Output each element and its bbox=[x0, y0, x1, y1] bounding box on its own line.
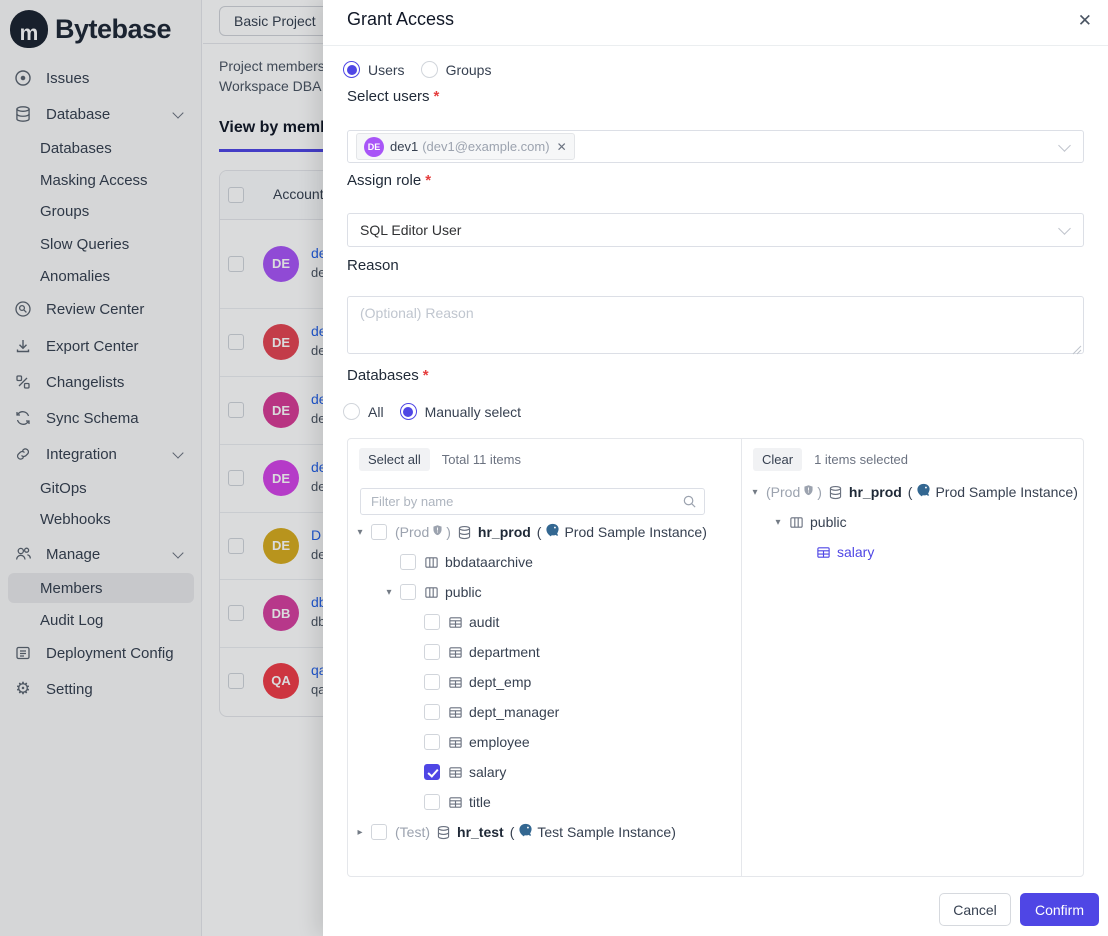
table-icon bbox=[448, 675, 463, 690]
chip-user-email: (dev1@example.com) bbox=[422, 139, 549, 154]
manually-select-label[interactable]: Manually select bbox=[425, 404, 522, 420]
groups-radio-label[interactable]: Groups bbox=[446, 62, 492, 78]
cancel-button[interactable]: Cancel bbox=[939, 893, 1011, 926]
tree-checkbox[interactable] bbox=[400, 584, 416, 600]
tree-checkbox[interactable] bbox=[424, 644, 440, 660]
table-icon bbox=[448, 705, 463, 720]
users-radio-label[interactable]: Users bbox=[368, 62, 405, 78]
prod-shield-icon bbox=[802, 484, 815, 500]
tree-checkbox[interactable] bbox=[371, 524, 387, 540]
filter-input[interactable] bbox=[360, 488, 705, 515]
search-icon bbox=[682, 494, 697, 509]
database-icon bbox=[828, 485, 843, 500]
postgres-icon bbox=[916, 483, 931, 501]
table-icon bbox=[816, 545, 831, 560]
assign-role-value: SQL Editor User bbox=[360, 222, 461, 238]
table-icon bbox=[448, 765, 463, 780]
postgres-icon bbox=[545, 523, 560, 541]
confirm-button[interactable]: Confirm bbox=[1020, 893, 1099, 926]
tree-node-bbdataarchive[interactable]: bbdataarchive bbox=[348, 547, 740, 577]
screen: m Bytebase Issues Database Databases Mas… bbox=[0, 0, 1108, 936]
groups-radio[interactable] bbox=[421, 61, 438, 78]
prod-shield-icon bbox=[431, 524, 444, 540]
tree-checkbox[interactable] bbox=[371, 824, 387, 840]
tree-node-hr-test[interactable]: ▸ (Test ) hr_test ( Test Sample Instance… bbox=[348, 817, 740, 847]
selected-tree: ▾ (Prod ) hr_prod ( Prod Sample Instance… bbox=[742, 477, 1084, 567]
table-icon bbox=[448, 645, 463, 660]
schema-icon bbox=[424, 555, 439, 570]
tree-checkbox[interactable] bbox=[424, 794, 440, 810]
caret-right-icon[interactable]: ▸ bbox=[353, 827, 367, 838]
tree-checkbox[interactable] bbox=[424, 674, 440, 690]
selected-node-hr-prod[interactable]: ▾ (Prod ) hr_prod ( Prod Sample Instance… bbox=[742, 477, 1084, 507]
table-icon bbox=[448, 735, 463, 750]
tree-node-dept-manager[interactable]: dept_manager bbox=[348, 697, 740, 727]
table-icon bbox=[448, 615, 463, 630]
schema-icon bbox=[424, 585, 439, 600]
schema-icon bbox=[789, 515, 804, 530]
tree-node-hr-prod[interactable]: ▾ (Prod ) hr_prod ( Prod Sample Instance… bbox=[348, 517, 740, 547]
avatar: DE bbox=[364, 137, 384, 157]
tree-checkbox[interactable] bbox=[424, 734, 440, 750]
tree-node-title[interactable]: title bbox=[348, 787, 740, 817]
database-tree: ▾ (Prod ) hr_prod ( Prod Sample Instance… bbox=[348, 517, 740, 847]
manually-select-radio[interactable] bbox=[400, 403, 417, 420]
selector-left-header: Select all Total 11 items bbox=[359, 448, 521, 471]
tree-node-salary[interactable]: salary bbox=[348, 757, 740, 787]
selected-items-count: 1 items selected bbox=[814, 452, 908, 467]
all-databases-label[interactable]: All bbox=[368, 404, 384, 420]
selected-node-public[interactable]: ▾ public bbox=[742, 507, 1084, 537]
tree-node-department[interactable]: department bbox=[348, 637, 740, 667]
caret-down-icon[interactable]: ▾ bbox=[353, 527, 367, 538]
table-icon bbox=[448, 795, 463, 810]
close-icon[interactable]: ✕ bbox=[1078, 8, 1092, 34]
databases-radio-group: All Manually select bbox=[343, 403, 521, 420]
database-selector-panel: Select all Total 11 items ▾ (Prod ) hr_p… bbox=[347, 438, 1084, 877]
tree-node-employee[interactable]: employee bbox=[348, 727, 740, 757]
database-icon bbox=[436, 825, 451, 840]
filter-field bbox=[360, 488, 705, 515]
total-items-count: Total 11 items bbox=[442, 452, 521, 467]
tree-checkbox[interactable] bbox=[400, 554, 416, 570]
tree-checkbox-checked[interactable] bbox=[424, 764, 440, 780]
modal-title: Grant Access bbox=[347, 9, 454, 30]
all-databases-radio[interactable] bbox=[343, 403, 360, 420]
chevron-down-icon bbox=[1058, 222, 1071, 235]
selector-right-header: Clear 1 items selected bbox=[753, 448, 908, 471]
tree-checkbox[interactable] bbox=[424, 704, 440, 720]
grant-access-modal: Grant Access ✕ Users Groups Select users… bbox=[323, 0, 1108, 936]
caret-down-icon[interactable]: ▾ bbox=[748, 487, 762, 498]
reason-label: Reason bbox=[347, 257, 399, 274]
postgres-icon bbox=[518, 823, 533, 841]
modal-header: Grant Access ✕ bbox=[323, 0, 1108, 46]
tree-node-audit[interactable]: audit bbox=[348, 607, 740, 637]
chip-user-name: dev1 bbox=[390, 139, 418, 154]
assign-role-select[interactable]: SQL Editor User bbox=[347, 213, 1084, 247]
required-asterisk: * bbox=[425, 172, 431, 189]
select-all-button[interactable]: Select all bbox=[359, 448, 430, 471]
scope-radio-group: Users Groups bbox=[343, 61, 491, 78]
tree-node-public[interactable]: ▾ public bbox=[348, 577, 740, 607]
selected-node-salary[interactable]: salary bbox=[742, 537, 1084, 567]
databases-label: Databases* bbox=[347, 367, 429, 384]
required-asterisk: * bbox=[423, 367, 429, 384]
reason-textarea[interactable] bbox=[347, 296, 1084, 354]
users-radio[interactable] bbox=[343, 61, 360, 78]
tree-node-dept-emp[interactable]: dept_emp bbox=[348, 667, 740, 697]
caret-down-icon[interactable]: ▾ bbox=[382, 587, 396, 598]
clear-button[interactable]: Clear bbox=[753, 448, 802, 471]
select-users-label: Select users* bbox=[347, 88, 439, 105]
tree-checkbox[interactable] bbox=[424, 614, 440, 630]
selected-user-chip: DE dev1 (dev1@example.com) ✕ bbox=[356, 133, 575, 160]
remove-user-icon[interactable]: ✕ bbox=[557, 140, 567, 154]
required-asterisk: * bbox=[434, 88, 440, 105]
database-icon bbox=[457, 525, 472, 540]
select-users-input[interactable]: DE dev1 (dev1@example.com) ✕ bbox=[347, 130, 1084, 163]
caret-down-icon[interactable]: ▾ bbox=[771, 517, 785, 528]
chevron-down-icon bbox=[1058, 139, 1071, 152]
assign-role-label: Assign role* bbox=[347, 172, 431, 189]
